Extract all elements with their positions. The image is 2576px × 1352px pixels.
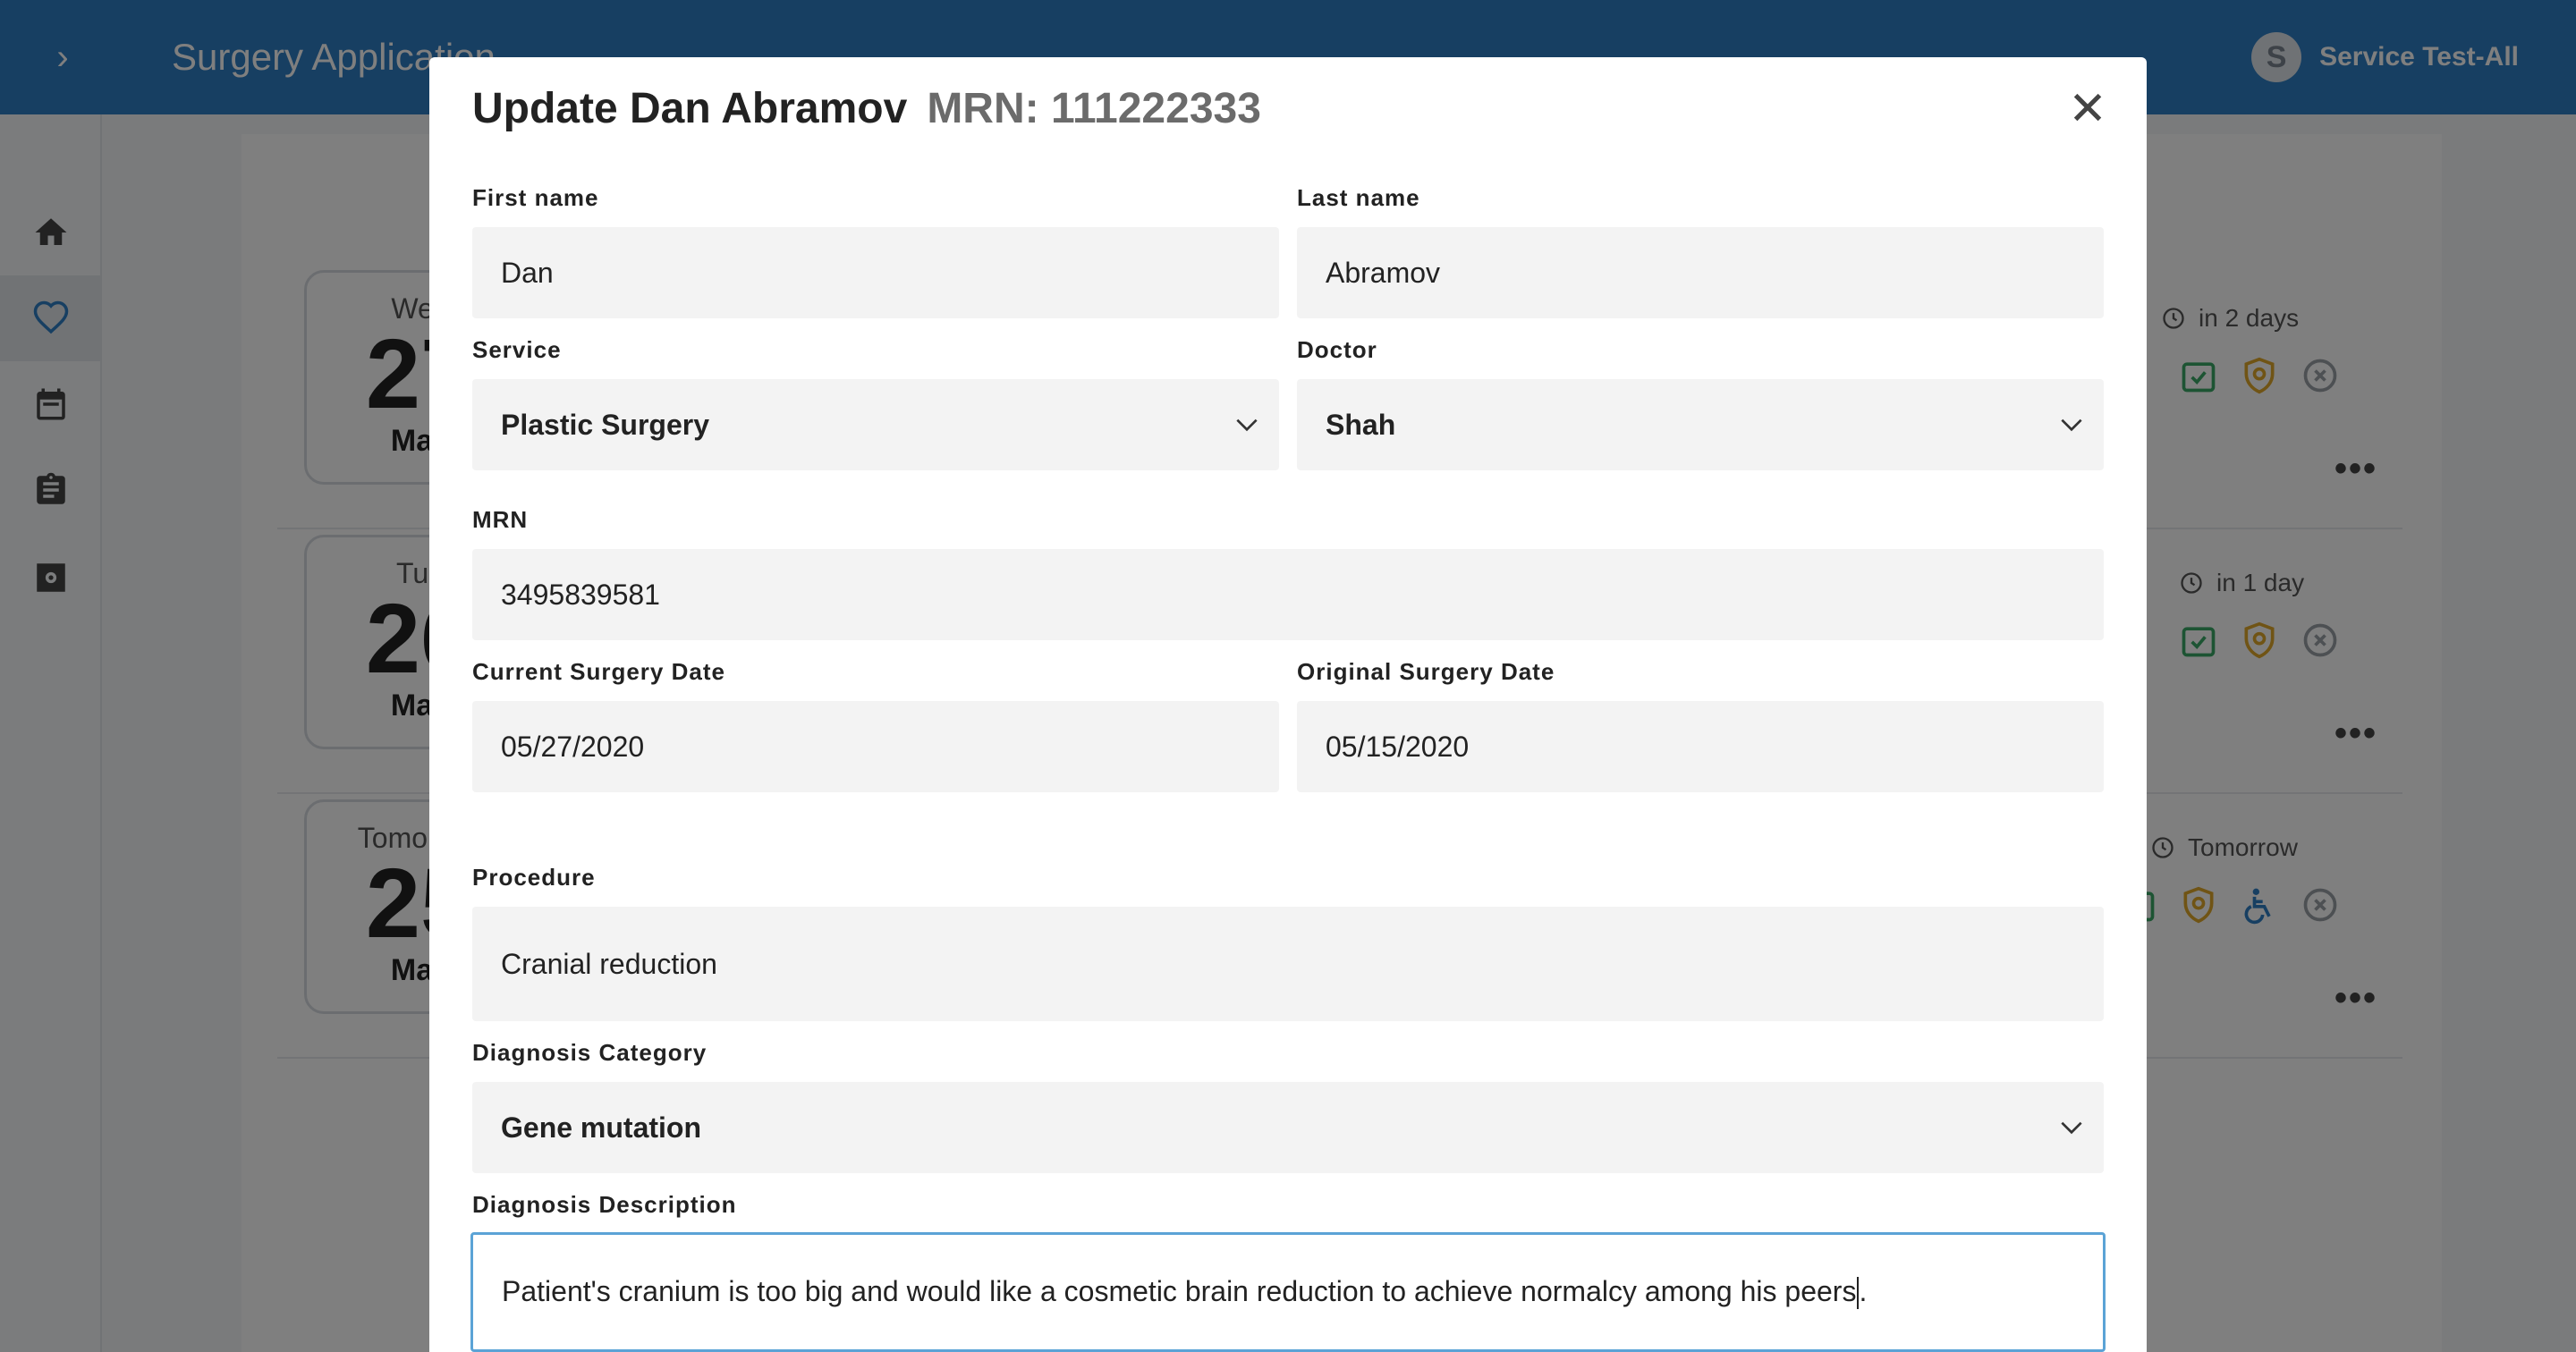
diagnosis-description-text: Patient's cranium is too big and would l… [502,1274,1857,1307]
mrn-label: MRN [472,506,529,533]
modal-title: Update Dan Abramov [472,85,908,132]
doctor-label: Doctor [1297,336,1377,363]
current-surgery-date-input[interactable]: 05/27/2020 [472,701,1279,792]
last-name-label: Last name [1297,184,1420,211]
diagnosis-category-select[interactable]: Gene mutation [472,1082,2104,1173]
mrn-input[interactable]: 3495839581 [472,549,2104,640]
diagnosis-description-value: Patient's cranium is too big and would l… [502,1275,1867,1310]
first-name-label: First name [472,184,599,211]
diagnosis-description-label: Diagnosis Description [472,1191,737,1218]
modal-mrn: MRN: 111222333 [927,85,1261,132]
first-name-value: Dan [501,256,554,289]
service-value: Plastic Surgery [501,408,709,441]
last-name-input[interactable]: Abramov [1297,227,2104,318]
modal-header: Update Dan Abramov MRN: 111222333 [472,84,1261,147]
diagnosis-description-textarea[interactable]: Patient's cranium is too big and would l… [470,1232,2106,1352]
chevron-down-icon [2061,1121,2082,1135]
original-surgery-date-input[interactable]: 05/15/2020 [1297,701,2104,792]
doctor-select[interactable]: Shah [1297,379,2104,470]
first-name-input[interactable]: Dan [472,227,1279,318]
current-surgery-date-value: 05/27/2020 [501,730,645,763]
chevron-down-icon [1236,418,1258,432]
procedure-label: Procedure [472,864,596,891]
mrn-value: 3495839581 [501,578,660,611]
chevron-down-icon [2061,418,2082,432]
app-root: › Surgery Application S Service Test-All… [0,0,2576,1352]
service-label: Service [472,336,562,363]
last-name-value: Abramov [1326,256,1441,289]
diagnosis-category-value: Gene mutation [501,1111,702,1144]
diagnosis-description-trailing: . [1859,1274,1868,1307]
diagnosis-category-label: Diagnosis Category [472,1039,708,1066]
close-icon[interactable]: ✕ [2061,82,2114,136]
update-patient-modal: Update Dan Abramov MRN: 111222333 ✕ Firs… [429,57,2147,1352]
procedure-input[interactable]: Cranial reduction [472,907,2104,1021]
original-surgery-date-value: 05/15/2020 [1326,730,1470,763]
doctor-value: Shah [1326,408,1396,441]
procedure-value: Cranial reduction [501,947,717,980]
original-surgery-date-label: Original Surgery Date [1297,658,1555,685]
service-select[interactable]: Plastic Surgery [472,379,1279,470]
current-surgery-date-label: Current Surgery Date [472,658,725,685]
